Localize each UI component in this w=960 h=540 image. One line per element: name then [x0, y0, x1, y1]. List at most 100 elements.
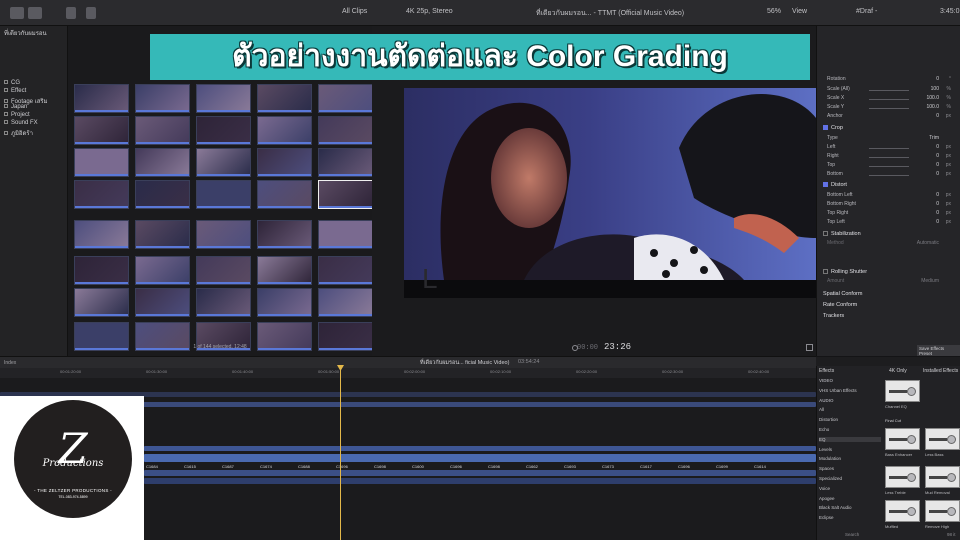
crop-type-select[interactable]: Trim [929, 135, 939, 141]
clip-label[interactable]: C1698 [374, 464, 386, 469]
effects-filter[interactable]: 4K Only [889, 368, 907, 374]
index-button[interactable]: Index [4, 360, 16, 366]
row-value[interactable]: 100.0 [926, 104, 939, 110]
rolling-amount-row[interactable]: Amount Medium [823, 278, 957, 287]
scale-slider[interactable] [869, 90, 909, 91]
clip-thumbnail[interactable] [196, 256, 251, 285]
inspector-row-scale-y[interactable]: Scale Y 100.0% [823, 104, 957, 113]
clip-thumbnail[interactable] [196, 116, 251, 145]
clip-label[interactable]: C1684 [146, 464, 158, 469]
clip-thumbnail[interactable] [318, 288, 373, 317]
effects-category[interactable]: Echo [819, 427, 881, 432]
play-icon[interactable] [572, 345, 578, 351]
clip-thumbnail[interactable] [74, 148, 129, 177]
clip-label[interactable]: C1696 [336, 464, 348, 469]
effects-search-input[interactable]: Search [845, 532, 859, 537]
effects-category[interactable]: Voice [819, 486, 881, 491]
crop-slider[interactable] [869, 166, 909, 167]
clip-thumbnail[interactable] [257, 256, 312, 285]
clip-thumbnail[interactable] [318, 116, 373, 145]
rate-conform-section[interactable]: Rate Conform [823, 302, 957, 312]
effect-thumbnail[interactable] [885, 466, 920, 488]
effect-thumbnail[interactable] [925, 428, 960, 450]
clip-thumbnail[interactable] [135, 116, 190, 145]
clip-label[interactable]: C1696 [450, 464, 462, 469]
trackers-section[interactable]: Trackers [823, 313, 957, 323]
effects-category[interactable]: Levels [819, 447, 881, 452]
inspector-row-scale-x[interactable]: Scale X 100.0% [823, 95, 957, 104]
effects-category[interactable]: Spaces [819, 466, 881, 471]
effect-thumbnail[interactable] [925, 466, 960, 488]
distort-section[interactable]: Distort [823, 182, 957, 192]
clip-label[interactable]: C1688 [298, 464, 310, 469]
distort-bottom-left-row[interactable]: Bottom Left 0 px [823, 192, 957, 201]
video-track[interactable] [144, 454, 816, 462]
row-value[interactable]: 0 [936, 144, 939, 150]
inspector-row-scale-all[interactable]: Scale (All) 100% [823, 86, 957, 95]
crop-right-row[interactable]: Right 0 px [823, 153, 957, 162]
effects-category[interactable]: All [819, 407, 881, 412]
sidebar-item-effect[interactable]: Effect [4, 88, 26, 94]
viewer-timecode[interactable]: 23:26 [604, 342, 631, 352]
effects-category[interactable]: Specialized [819, 476, 881, 481]
effects-category[interactable]: Distortion [819, 417, 881, 422]
clip-thumbnail[interactable] [318, 180, 373, 209]
sidebar-header[interactable]: ที่เดียวกับผมรอน [4, 28, 47, 38]
clip-thumbnail[interactable] [196, 180, 251, 209]
effect-thumbnail[interactable] [925, 500, 960, 522]
clip-label[interactable]: C1614 [754, 464, 766, 469]
effects-category[interactable]: VHS Urban Effects [819, 388, 881, 393]
row-value[interactable]: 0 [936, 162, 939, 168]
crop-top-row[interactable]: Top 0 px [823, 162, 957, 171]
clip-thumbnail[interactable] [74, 84, 129, 113]
row-value[interactable]: 100 [931, 86, 939, 92]
sidebar-item-soundfx[interactable]: Sound FX [4, 120, 38, 126]
clip-thumbnail[interactable] [74, 220, 129, 249]
effects-tab[interactable]: Effects [819, 368, 834, 374]
clip-thumbnail[interactable] [135, 180, 190, 209]
distort-top-right-row[interactable]: Top Right 0 px [823, 210, 957, 219]
audio-waveform-track[interactable] [144, 478, 816, 484]
clip-thumbnail[interactable] [196, 148, 251, 177]
clip-label[interactable]: C1687 [222, 464, 234, 469]
clip-thumbnail[interactable] [135, 148, 190, 177]
scale-x-slider[interactable] [869, 99, 909, 100]
row-value[interactable]: 0 [936, 192, 939, 198]
stabilization-checkbox[interactable] [823, 231, 828, 237]
clip-thumbnail[interactable] [135, 84, 190, 113]
crop-slider[interactable] [869, 148, 909, 149]
clip-thumbnail[interactable] [318, 148, 373, 177]
crop-slider[interactable] [869, 157, 909, 158]
clip-thumbnail[interactable] [318, 84, 373, 113]
effects-category[interactable]: Black Salt Audio [819, 505, 881, 510]
row-value[interactable]: 0 [936, 219, 939, 225]
sidebar-item-cg[interactable]: CG [4, 80, 20, 86]
clip-thumbnail[interactable] [196, 84, 251, 113]
view-menu[interactable]: View [792, 8, 807, 15]
playhead[interactable] [340, 366, 341, 540]
clip-label[interactable]: C1617 [640, 464, 652, 469]
rolling-shutter-checkbox[interactable] [823, 269, 828, 275]
clip-label[interactable]: C1696 [678, 464, 690, 469]
photos-icon[interactable] [28, 7, 42, 19]
timeline-ruler[interactable]: 00:01:20:00 00:01:30:00 00:01:40:00 00:0… [0, 368, 816, 378]
clip-thumbnail[interactable] [74, 116, 129, 145]
sidebar-item-japan[interactable]: Japan [4, 104, 27, 110]
clip-thumbnail[interactable] [257, 180, 312, 209]
crop-slider[interactable] [869, 175, 909, 176]
effects-category[interactable]: Modulation [819, 456, 881, 461]
clip-label[interactable]: C1600 [412, 464, 424, 469]
row-value[interactable]: 0 [936, 113, 939, 119]
zoom-level[interactable]: 56% [767, 8, 781, 15]
distort-bottom-right-row[interactable]: Bottom Right 0 px [823, 201, 957, 210]
effect-thumbnail[interactable] [885, 380, 920, 402]
scale-y-slider[interactable] [869, 108, 909, 109]
clip-label[interactable]: C1698 [488, 464, 500, 469]
row-value[interactable]: 0 [936, 210, 939, 216]
effects-category[interactable]: EQ [819, 436, 881, 442]
distort-checkbox[interactable] [823, 182, 828, 188]
effect-thumbnail[interactable] [885, 428, 920, 450]
clip-thumbnail[interactable] [257, 84, 312, 113]
clip-thumbnail[interactable] [135, 256, 190, 285]
crop-bottom-row[interactable]: Bottom 0 px [823, 171, 957, 180]
